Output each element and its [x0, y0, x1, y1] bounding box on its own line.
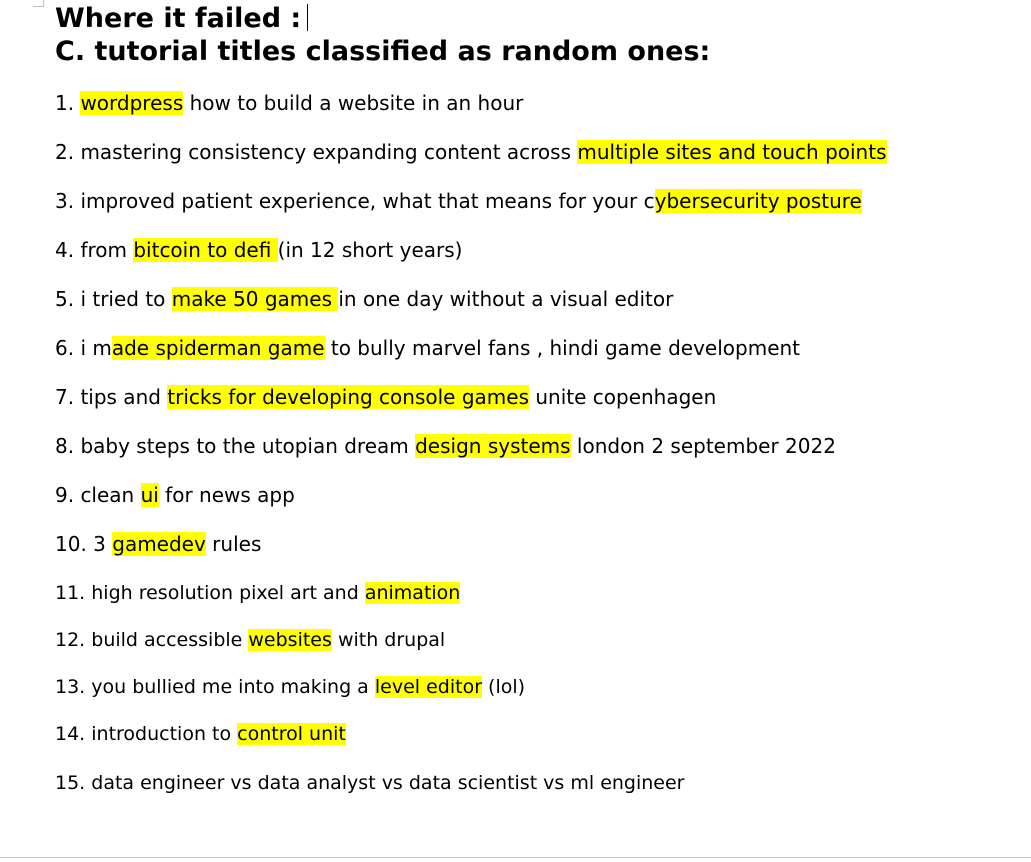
plain-text: unite copenhagen — [529, 385, 717, 409]
plain-text: 4. from — [55, 238, 134, 262]
plain-text: rules — [205, 532, 262, 556]
plain-text: 9. clean — [55, 483, 141, 507]
plain-text: 10. 3 — [55, 532, 113, 556]
list-item: 11. high resolution pixel art and animat… — [55, 580, 461, 606]
list-item: 2. mastering consistency expanding conte… — [55, 139, 887, 165]
highlighted-text: make 50 games — [171, 287, 339, 311]
plain-text: 11. high resolution pixel art and — [55, 582, 365, 604]
list-item: 3. improved patient experience, what tha… — [55, 188, 862, 214]
plain-text: 2. mastering consistency expanding conte… — [55, 140, 578, 164]
document-content[interactable]: Where it failed : C. tutorial titles cla… — [55, 2, 1015, 794]
plain-text: 6. i m — [55, 336, 112, 360]
highlighted-text: tricks for developing console games — [167, 385, 529, 409]
highlighted-text: wordpress — [80, 91, 184, 115]
highlighted-text: ybersecurity posture — [654, 189, 862, 213]
list-item: 9. clean ui for news app — [55, 482, 295, 508]
plain-text: to bully marvel fans , hindi game develo… — [324, 336, 801, 360]
heading-classification: C. tutorial titles classified as random … — [55, 36, 711, 67]
list-item: 10. 3 gamedev rules — [55, 531, 261, 557]
page-corner-mark — [33, 0, 44, 7]
plain-text: 13. you bullied me into making a — [55, 676, 375, 698]
plain-text: 1. — [55, 91, 81, 115]
heading-where-it-failed: Where it failed : — [55, 2, 1015, 35]
highlighted-text: level editor — [374, 676, 483, 698]
highlighted-text: websites — [248, 629, 332, 651]
highlighted-text: design systems — [415, 434, 571, 458]
list-item: 12. build accessible websites with drupa… — [55, 627, 445, 653]
plain-text: (lol) — [482, 676, 526, 698]
text-cursor — [307, 4, 309, 31]
plain-text: 3. improved patient experience, what tha… — [55, 189, 655, 213]
plain-text: 7. tips and — [55, 385, 168, 409]
list-item: 5. i tried to make 50 games in one day w… — [55, 286, 673, 312]
plain-text: (in 12 short years) — [277, 238, 463, 262]
plain-text: 14. introduction to — [55, 723, 238, 745]
list-item: 13. you bullied me into making a level e… — [55, 674, 525, 700]
plain-text: for news app — [158, 483, 295, 507]
list-item: 15. data engineer vs data analyst vs dat… — [55, 770, 685, 796]
plain-text: 15. data engineer vs data analyst vs dat… — [55, 772, 685, 794]
plain-text: in one day without a visual editor — [338, 287, 674, 311]
plain-text: london 2 september 2022 — [570, 434, 836, 458]
plain-text: 12. build accessible — [55, 629, 249, 651]
list-item: 8. baby steps to the utopian dream desig… — [55, 433, 836, 459]
highlighted-text: animation — [364, 582, 461, 604]
page-bottom-border — [0, 857, 1031, 858]
highlighted-text: ade spiderman game — [111, 336, 325, 360]
list-item: 14. introduction to control unit — [55, 721, 346, 747]
list-item: 6. i made spiderman game to bully marvel… — [55, 335, 800, 361]
highlighted-text: bitcoin to defi — [133, 238, 278, 262]
plain-text: with drupal — [331, 629, 446, 651]
plain-text: 8. baby steps to the utopian dream — [55, 434, 416, 458]
highlighted-text: multiple sites and touch points — [577, 140, 887, 164]
list-item: 1. wordpress how to build a website in a… — [55, 90, 523, 116]
highlighted-text: ui — [140, 483, 159, 507]
plain-text: how to build a website in an hour — [183, 91, 524, 115]
heading-line1-text: Where it failed : — [55, 3, 302, 34]
highlighted-text: control unit — [237, 723, 346, 745]
list-item: 4. from bitcoin to defi (in 12 short yea… — [55, 237, 462, 263]
list-item: 7. tips and tricks for developing consol… — [55, 384, 716, 410]
plain-text: 5. i tried to — [55, 287, 172, 311]
document-page[interactable]: Where it failed : C. tutorial titles cla… — [0, 0, 1031, 858]
highlighted-text: gamedev — [112, 532, 206, 556]
